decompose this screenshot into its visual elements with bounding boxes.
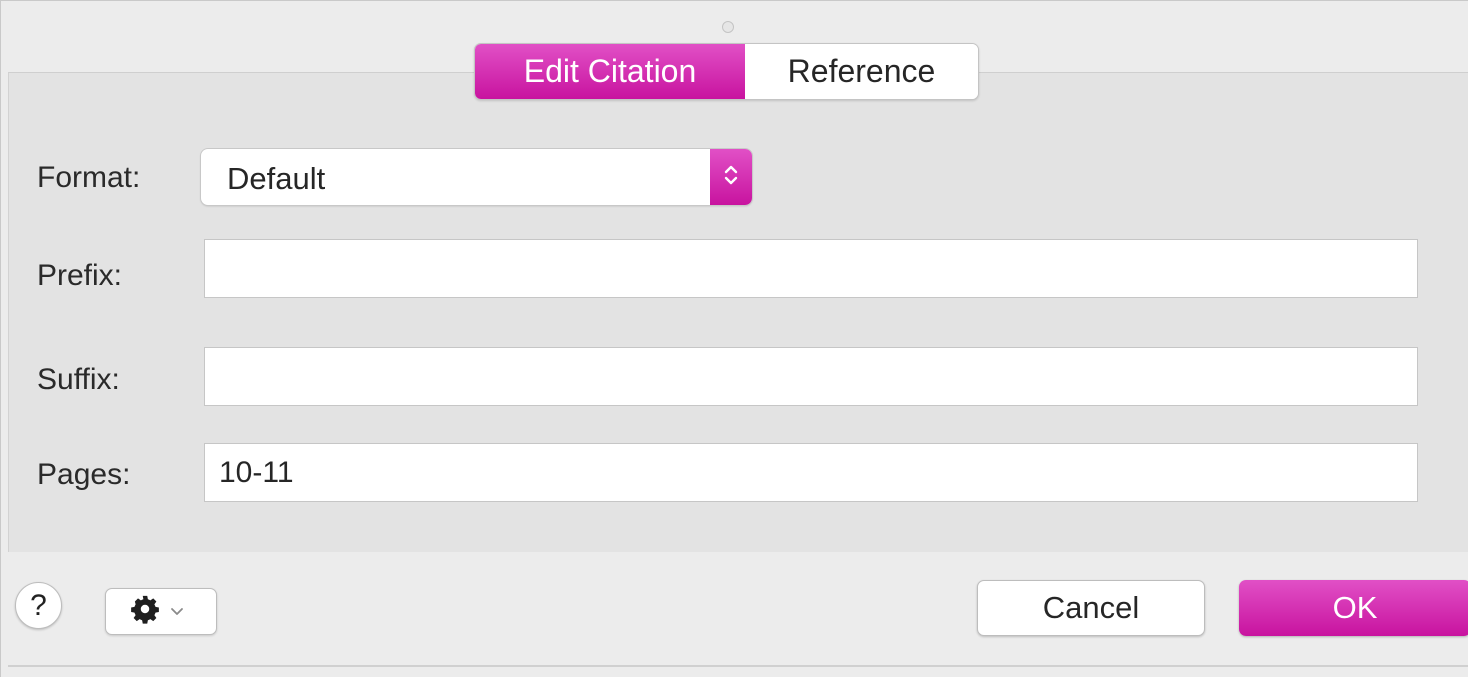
prefix-label: Prefix: <box>37 259 123 292</box>
ok-button[interactable]: OK <box>1239 580 1468 636</box>
cancel-button[interactable]: Cancel <box>977 580 1205 636</box>
window-indicator-dot <box>722 21 734 33</box>
bottom-divider <box>8 665 1468 667</box>
help-label: ? <box>30 588 47 622</box>
format-selected-value: Default <box>227 161 326 196</box>
pages-input[interactable] <box>204 443 1418 502</box>
chevron-up-down-icon <box>723 162 739 193</box>
format-label: Format: <box>37 161 141 194</box>
suffix-input[interactable] <box>204 347 1418 406</box>
gear-icon <box>130 594 160 629</box>
tab-edit-citation[interactable]: Edit Citation <box>475 44 745 99</box>
help-button[interactable]: ? <box>15 582 62 629</box>
chevron-down-icon <box>170 603 184 621</box>
format-stepper[interactable] <box>710 149 752 205</box>
segmented-tabs: Edit Citation Reference <box>474 43 979 100</box>
edit-citation-dialog: Edit Citation Reference Format: Default … <box>0 0 1468 677</box>
format-select[interactable]: Default <box>201 149 752 205</box>
action-menu-button[interactable] <box>105 588 217 635</box>
tab-reference[interactable]: Reference <box>745 44 978 99</box>
suffix-label: Suffix: <box>37 363 120 396</box>
pages-label: Pages: <box>37 458 131 491</box>
prefix-input[interactable] <box>204 239 1418 298</box>
